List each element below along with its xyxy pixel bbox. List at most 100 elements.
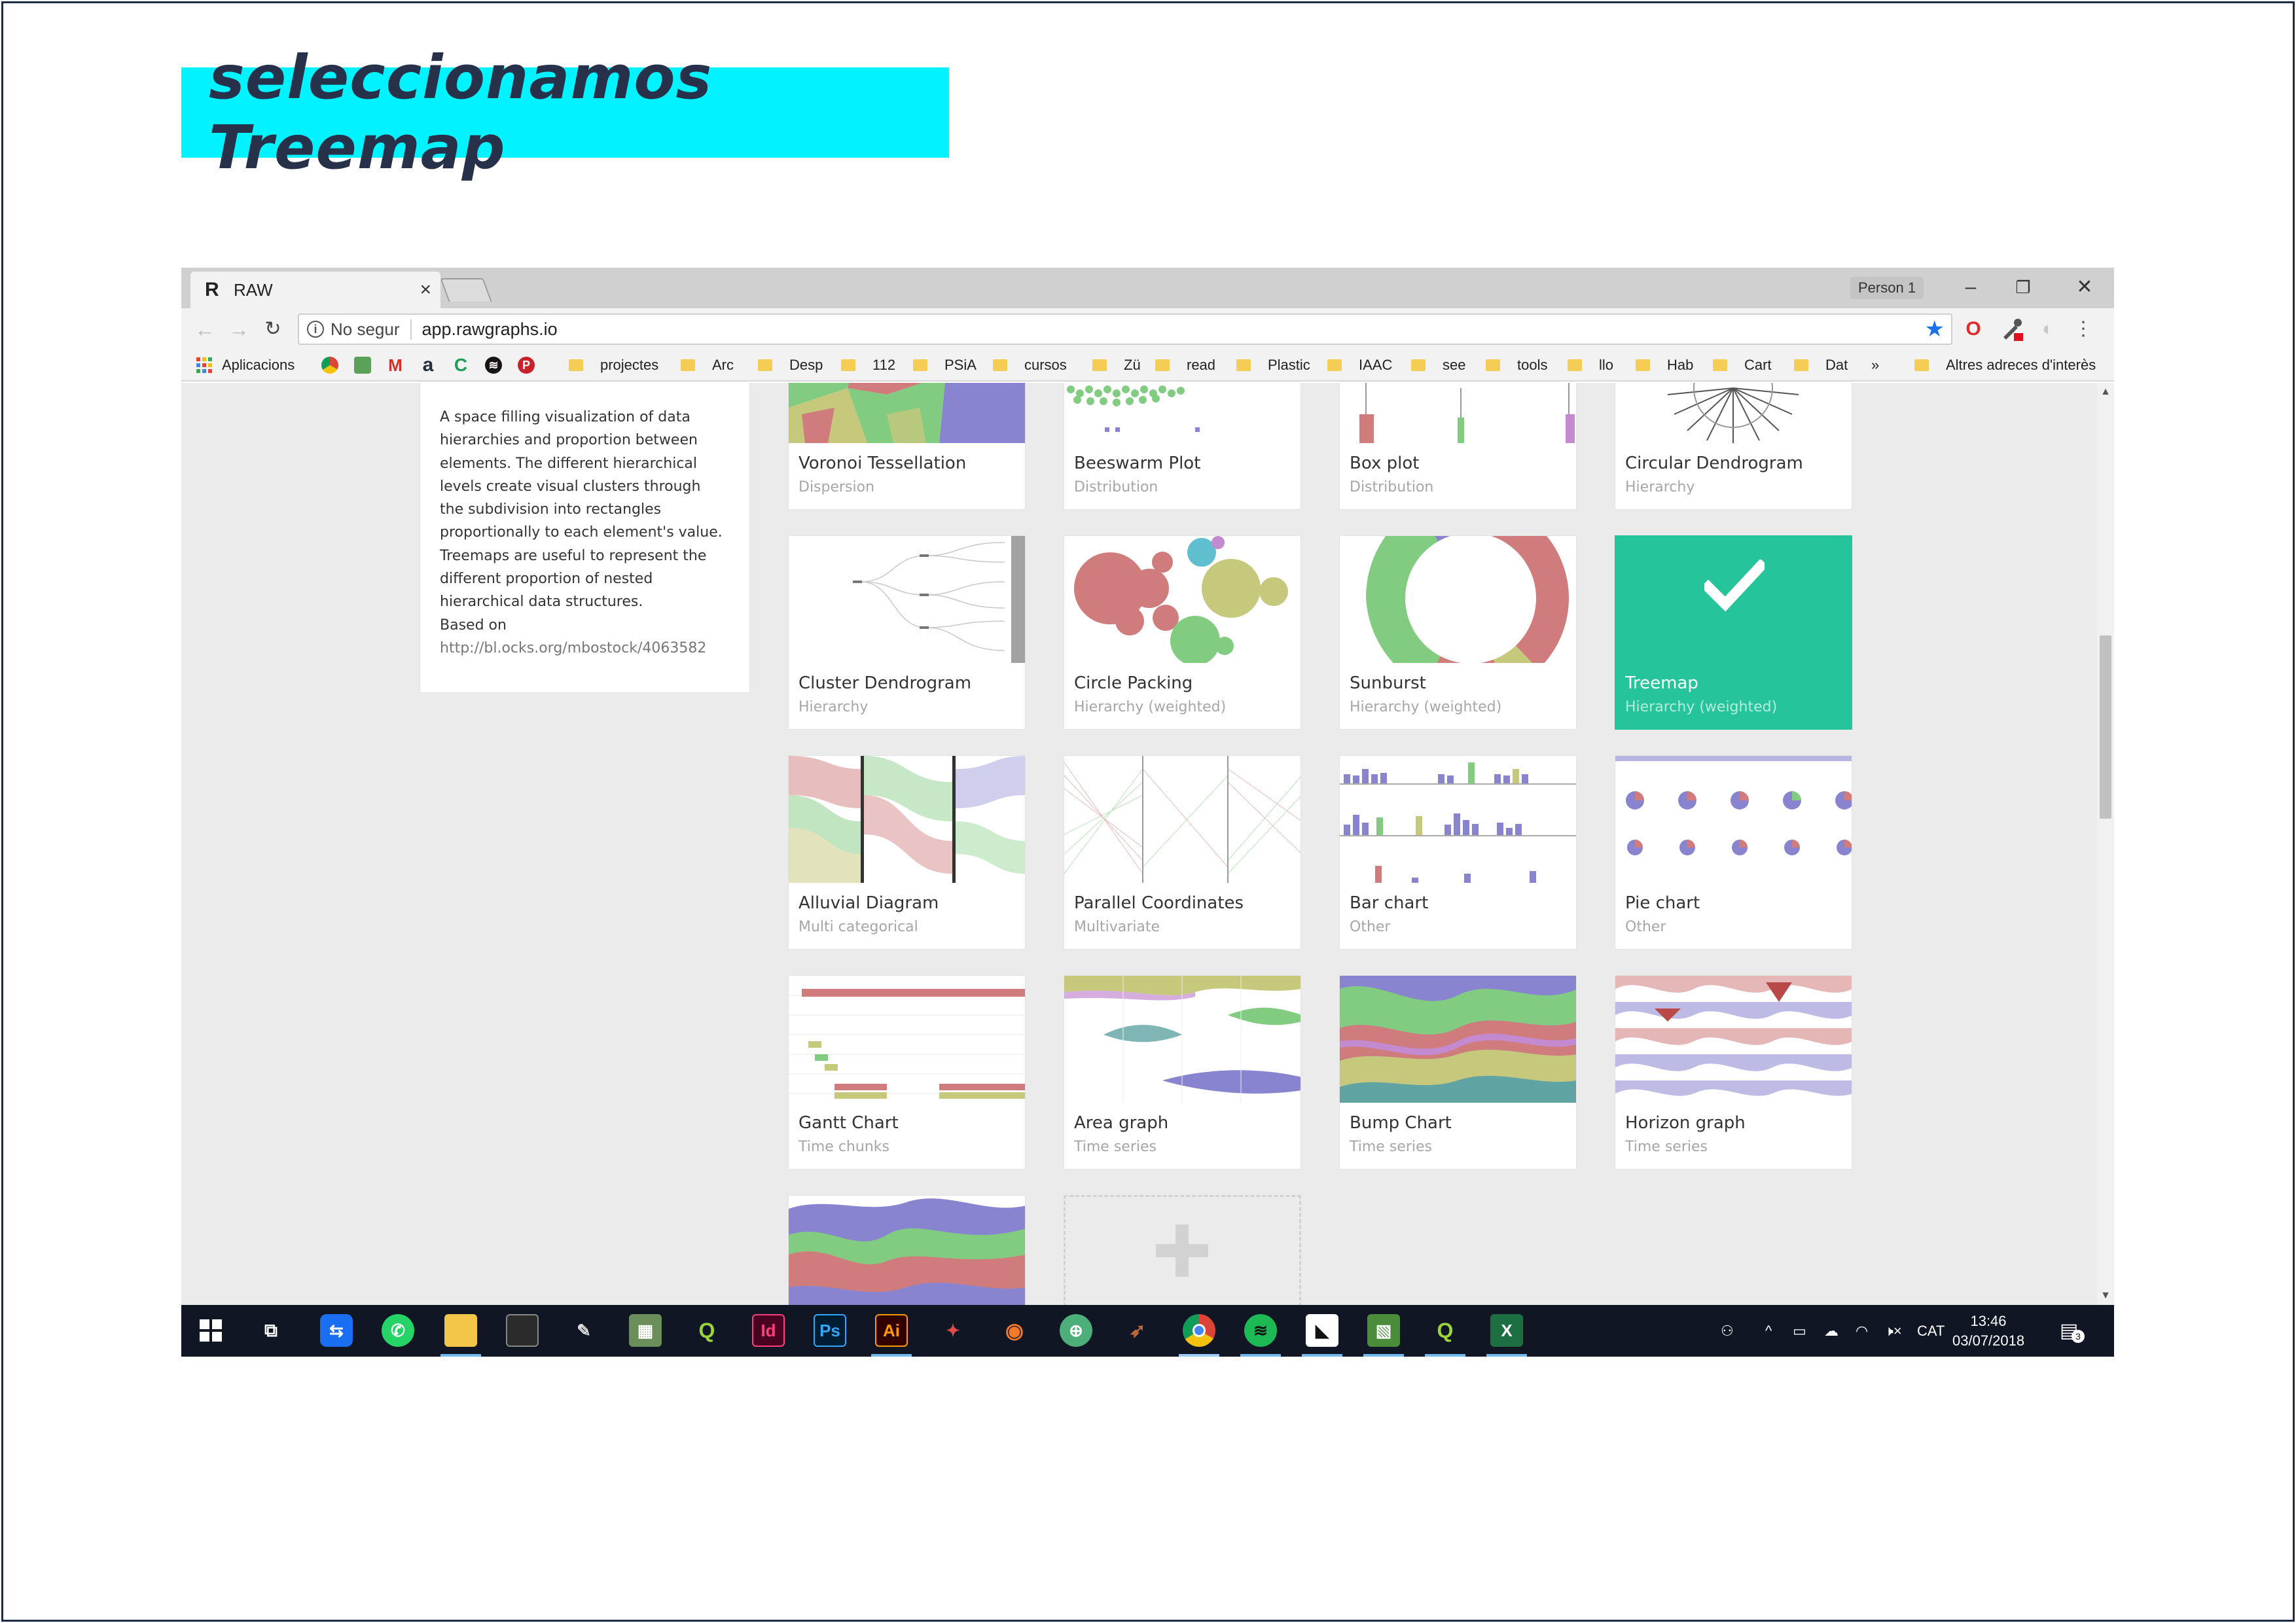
refresh-bookmark[interactable]: C [452, 355, 469, 375]
windows-start-icon[interactable] [194, 1314, 227, 1347]
whatsapp-icon[interactable]: ✆ [382, 1314, 414, 1347]
close-tab-icon[interactable]: × [420, 279, 431, 301]
opera-extension-icon[interactable]: O [1960, 316, 1986, 342]
bookmark-folder-1[interactable]: projectes [569, 355, 658, 375]
info-icon[interactable]: i [307, 321, 324, 338]
menu-icon[interactable]: ⋮ [2070, 316, 2096, 342]
pinterest-bookmark[interactable]: P [518, 355, 535, 375]
apps-bookmark[interactable]: Aplicacions [196, 355, 295, 375]
chrome-bookmark[interactable] [321, 355, 338, 375]
blender-icon[interactable]: ◉ [998, 1314, 1031, 1347]
volume-muted-icon[interactable]: 🕨× [1884, 1305, 1902, 1357]
teamviewer-icon[interactable]: ⇆ [320, 1314, 353, 1347]
terminal-icon[interactable] [506, 1314, 539, 1347]
bookmark-folder-13[interactable]: llo [1568, 355, 1613, 375]
scroll-down-icon[interactable]: ▼ [2097, 1289, 2114, 1302]
address-bar[interactable]: i No segur app.rawgraphs.io ★ [298, 313, 1952, 345]
chart-card-cluster-dendrogram[interactable]: Cluster Dendrogram Hierarchy [788, 535, 1026, 730]
app-icon[interactable]: ✦ [937, 1314, 969, 1347]
action-center-icon[interactable]: ▤ 3 [2060, 1305, 2085, 1357]
bookmark-folder-14[interactable]: Hab [1636, 355, 1693, 375]
chart-card-boxplot[interactable]: Box plot Distribution [1339, 383, 1577, 510]
scroll-up-icon[interactable]: ▲ [2097, 385, 2114, 399]
amazon-bookmark[interactable]: a [420, 355, 437, 375]
globe-icon[interactable]: ⊕ [1060, 1314, 1092, 1347]
bookmark-folder-3[interactable]: Desp [758, 355, 823, 375]
tab-raw[interactable]: R RAW × [190, 272, 440, 308]
qgis-icon[interactable]: Q [691, 1314, 723, 1347]
bookmark-folder-11[interactable]: see [1411, 355, 1465, 375]
chart-card-bump-chart[interactable]: Bump Chart Time series [1339, 975, 1577, 1169]
restore-icon[interactable]: ❐ [1997, 272, 2049, 303]
folder-label: Plastic [1268, 357, 1310, 373]
chart-card-bar-chart[interactable]: Bar chart Other [1339, 755, 1577, 950]
bookmark-folder-4[interactable]: 112 [841, 355, 895, 375]
bookmark-star-icon[interactable]: ★ [1925, 316, 1945, 342]
bookmark-folder-6[interactable]: cursos [993, 355, 1067, 375]
chevron-up-icon[interactable]: ^ [1765, 1305, 1772, 1357]
bookmark-folder-16[interactable]: Dat [1794, 355, 1848, 375]
image-viewer-icon[interactable]: ▦ [629, 1314, 662, 1347]
wifi-icon[interactable]: ◠ [1856, 1305, 1868, 1357]
eyedropper-extension-icon[interactable] [1998, 316, 2024, 342]
source-link[interactable]: http://bl.ocks.org/mbostock/4063582 [440, 637, 731, 660]
bookmark-folder-15[interactable]: Cart [1713, 355, 1772, 375]
spotify-icon[interactable]: ≋ [1244, 1314, 1277, 1347]
indesign-icon[interactable]: Id [752, 1314, 785, 1347]
excel-icon[interactable]: X [1490, 1314, 1523, 1347]
bookmark-folder-8[interactable]: read [1155, 355, 1215, 375]
file-explorer-icon[interactable] [444, 1314, 477, 1347]
bookmark-folder-2[interactable]: Arc [681, 355, 734, 375]
illustrator-icon[interactable]: Ai [875, 1314, 908, 1347]
chart-card-horizon-graph[interactable]: Horizon graph Time series [1615, 975, 1852, 1169]
other-bookmarks-folder[interactable]: Altres adreces d'interès [1914, 355, 2096, 375]
bookmark-folder-9[interactable]: Plastic [1236, 355, 1310, 375]
profile-button[interactable]: Person 1 [1850, 277, 1924, 299]
clock[interactable]: 13:46 03/07/2018 [1952, 1311, 2024, 1351]
chart-card-sunburst[interactable]: Sunburst Hierarchy (weighted) [1339, 535, 1577, 730]
chrome-icon[interactable] [1183, 1314, 1215, 1347]
rhino-icon[interactable]: ➶ [1121, 1314, 1154, 1347]
reload-icon[interactable]: ↻ [259, 315, 287, 344]
chart-card-treemap[interactable]: Treemap Hierarchy (weighted) [1615, 535, 1852, 730]
task-view-icon[interactable]: ⧉ [255, 1314, 287, 1347]
forward-icon[interactable]: → [224, 315, 253, 344]
battery-icon[interactable]: ▭ [1793, 1305, 1806, 1357]
language-indicator[interactable]: CAT [1917, 1305, 1945, 1357]
close-window-icon[interactable]: ✕ [2058, 272, 2111, 303]
chart-card-alluvial[interactable]: Alluvial Diagram Multi categorical [788, 755, 1026, 950]
chart-card-parallel-coordinates[interactable]: Parallel Coordinates Multivariate [1064, 755, 1301, 950]
chart-card-area-graph[interactable]: Area graph Time series [1064, 975, 1301, 1169]
url-text[interactable]: app.rawgraphs.io [422, 319, 1925, 340]
bookmark-folder-10[interactable]: IAAC [1327, 355, 1392, 375]
more-bookmarks-button[interactable]: » [1871, 355, 1879, 375]
scrollbar-thumb[interactable] [2100, 635, 2111, 819]
qgis-icon-2[interactable]: Q [1429, 1314, 1462, 1347]
people-icon[interactable]: ⚇ [1721, 1305, 1734, 1357]
bookmark-folder-7[interactable]: Zü [1092, 355, 1141, 375]
new-tab-button[interactable] [440, 278, 492, 302]
page-scrollbar[interactable]: ▲ ▼ [2097, 383, 2114, 1305]
chart-card-beeswarm[interactable]: Beeswarm Plot Distribution [1064, 383, 1301, 510]
back-icon[interactable]: ← [190, 315, 219, 344]
security-status[interactable]: No segur [331, 319, 412, 340]
maps-bookmark[interactable] [354, 355, 371, 375]
spotify-bookmark[interactable]: ≋ [485, 355, 502, 375]
chart-card-voronoi[interactable]: Voronoi Tessellation Dispersion [788, 383, 1026, 510]
photos-icon[interactable]: ▧ [1367, 1314, 1400, 1347]
chart-card-gantt[interactable]: Gantt Chart Time chunks [788, 975, 1026, 1169]
gmail-bookmark[interactable]: M [387, 355, 404, 375]
bookmark-folder-12[interactable]: tools [1486, 355, 1547, 375]
add-chart-card[interactable] [1064, 1195, 1301, 1305]
cloud-icon[interactable]: ☁ [1824, 1305, 1839, 1357]
sticky-notes-icon[interactable]: ◣ [1306, 1314, 1338, 1347]
photoshop-icon[interactable]: Ps [814, 1314, 846, 1347]
chart-card-circle-packing[interactable]: Circle Packing Hierarchy (weighted) [1064, 535, 1301, 730]
chart-card-streamgraph[interactable] [788, 1195, 1026, 1305]
minimize-icon[interactable]: – [1945, 272, 1997, 303]
chart-card-pie-chart[interactable]: Pie chart Other [1615, 755, 1852, 950]
chart-card-circular-dendrogram[interactable]: Circular Dendrogram Hierarchy [1615, 383, 1852, 510]
bookmark-folder-5[interactable]: PSiA [913, 355, 977, 375]
inkscape-icon[interactable]: ✎ [567, 1314, 600, 1347]
extension-icon[interactable]: ◐ [2035, 316, 2061, 342]
